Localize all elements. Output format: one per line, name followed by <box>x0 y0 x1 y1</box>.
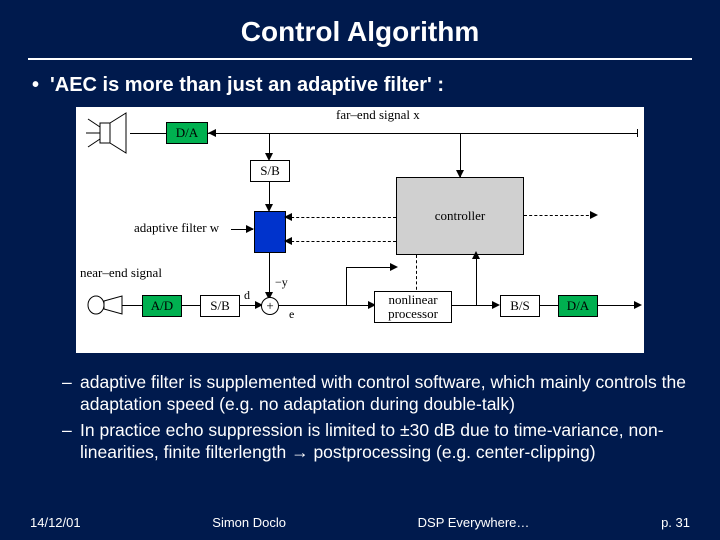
bullet1-text: 'AEC is more than just an adaptive filte… <box>50 74 444 96</box>
ad-box: A/D <box>142 295 182 317</box>
sum-node: + <box>261 297 279 315</box>
sub-bullet-2: In practice echo suppression is limited … <box>62 419 692 464</box>
footer-series: DSP Everywhere… <box>418 515 530 530</box>
adaptive-filter-box <box>254 211 286 253</box>
line <box>269 133 270 155</box>
nonlinear-l2: processor <box>388 307 438 321</box>
bullet-level1: •'AEC is more than just an adaptive filt… <box>32 74 692 97</box>
line <box>540 305 558 306</box>
line <box>182 305 200 306</box>
line <box>346 267 396 268</box>
arrow-right <box>492 301 500 309</box>
sub-bullets: adaptive filter is supplemented with con… <box>28 371 692 464</box>
line <box>269 253 270 293</box>
arrow-left <box>284 237 292 245</box>
nonlinear-l1: nonlinear <box>388 293 437 307</box>
sb-top-box: S/B <box>250 160 290 182</box>
dash <box>524 215 594 216</box>
footer: 14/12/01 Simon Doclo DSP Everywhere… p. … <box>0 515 720 530</box>
line <box>269 182 270 206</box>
nearend-label: near–end signal <box>80 265 162 281</box>
minus-y-label: −y <box>275 275 288 290</box>
line <box>476 255 477 305</box>
mic-icon <box>86 291 126 321</box>
e-label: e <box>289 307 294 322</box>
adaptive-filter-label: adaptive filter w <box>134 220 219 236</box>
line <box>208 133 638 134</box>
slide-content: •'AEC is more than just an adaptive filt… <box>0 74 720 464</box>
arrow-up <box>472 251 480 259</box>
controller-box: controller <box>396 177 524 255</box>
da-right-box: D/A <box>558 295 598 317</box>
arrow-right <box>390 263 398 271</box>
farend-label: far–end signal x <box>336 107 420 123</box>
line <box>122 305 142 306</box>
dashv <box>416 255 417 295</box>
da-top-box: D/A <box>166 122 208 144</box>
d-label: d <box>244 288 250 303</box>
speaker-icon <box>82 109 130 157</box>
block-diagram: D/A far–end signal x S/B adaptive filter… <box>76 107 644 353</box>
title-divider <box>28 58 692 60</box>
slide-title: Control Algorithm <box>0 0 720 58</box>
arrow-right <box>634 301 642 309</box>
arrow-left <box>284 213 292 221</box>
sub-bullet-1: adaptive filter is supplemented with con… <box>62 371 692 416</box>
line <box>637 129 638 137</box>
arrow-right <box>590 211 598 219</box>
line <box>346 267 347 305</box>
nonlinear-box: nonlinear processor <box>374 291 452 323</box>
bullet-dot: • <box>32 74 50 97</box>
line <box>598 305 638 306</box>
arrow-left <box>208 129 216 137</box>
dash <box>286 241 396 242</box>
arrow-right <box>246 225 254 233</box>
line <box>130 133 166 134</box>
line <box>279 305 372 306</box>
dash <box>286 217 396 218</box>
footer-page: p. 31 <box>661 515 690 530</box>
footer-author: Simon Doclo <box>212 515 286 530</box>
sb-bot-box: S/B <box>200 295 240 317</box>
bs-box: B/S <box>500 295 540 317</box>
arrow-down <box>456 170 464 178</box>
footer-date: 14/12/01 <box>30 515 81 530</box>
